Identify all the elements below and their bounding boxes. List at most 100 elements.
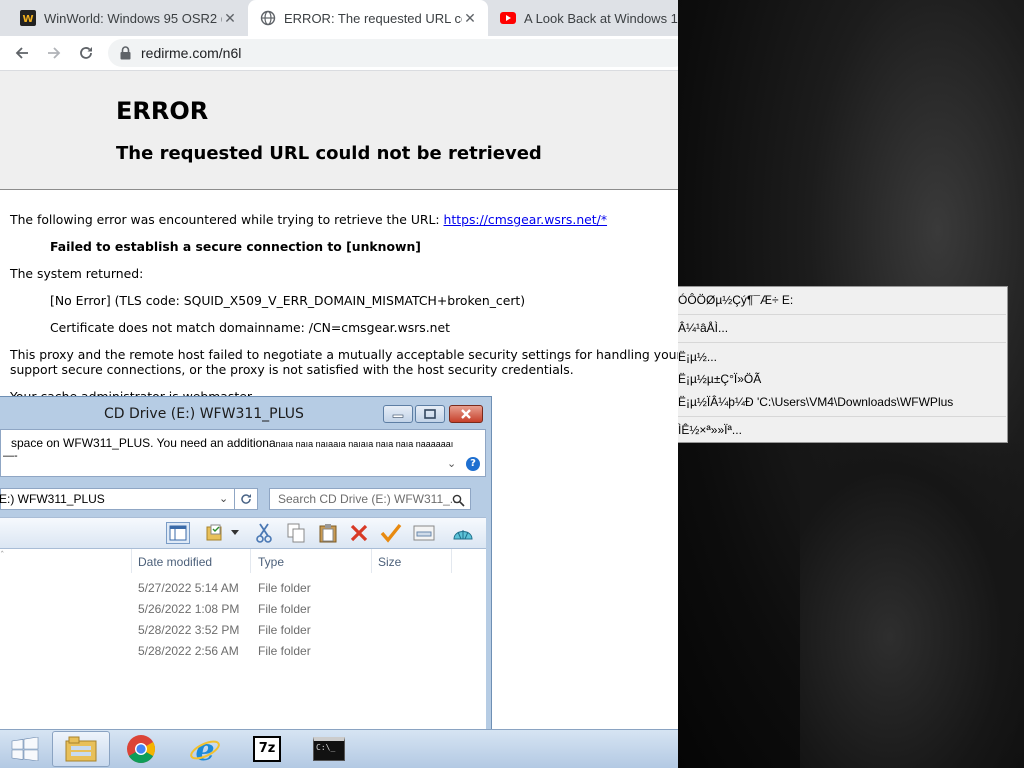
checkmark-icon xyxy=(380,523,402,543)
tab-error[interactable]: ERROR: The requested URL could ✕ xyxy=(248,0,488,36)
search-icon xyxy=(452,492,465,511)
chevron-down-icon[interactable]: ⌄ xyxy=(219,492,228,505)
error-header: ERROR The requested URL could not be ret… xyxy=(0,71,678,190)
info-message-garbled: naıa naıa naıaaıa naıaıa naıa naıa naaaa… xyxy=(275,439,454,449)
delete-button[interactable] xyxy=(347,522,371,544)
menu-separator xyxy=(678,342,1006,343)
chrome-icon xyxy=(127,735,155,763)
chevron-down-icon[interactable]: ⌄ xyxy=(447,457,456,470)
shell-icon xyxy=(453,530,473,540)
menu-item[interactable]: Ë¡µ½µ±Ç°Ï»ÖÃ xyxy=(678,368,1006,390)
page-subtitle: The requested URL could not be retrieved xyxy=(116,143,542,164)
taskbar-cmd[interactable]: C:\_ xyxy=(300,731,358,767)
system-returned-label: The system returned: xyxy=(10,266,144,281)
certificate-message: Certificate does not match domainname: /… xyxy=(50,320,450,335)
menu-item-label: Ë¡µ½ÏÂ¼þ¼Ð 'C:\Users\VM4\Downloads\WFWPl… xyxy=(678,395,954,409)
column-separator xyxy=(131,549,132,573)
requested-url-link[interactable]: https://cmsgear.wsrs.net/* xyxy=(444,212,608,227)
youtube-icon xyxy=(500,10,516,26)
copy-button[interactable] xyxy=(284,522,308,544)
close-icon[interactable]: ✕ xyxy=(462,10,478,27)
menu-item[interactable]: ÌÊ½×ª»»Ïª... xyxy=(678,419,1006,441)
maximize-icon xyxy=(424,409,436,419)
menu-item[interactable]: Ë¡µ½ÏÂ¼þ¼Ð 'C:\Users\VM4\Downloads\WFWPl… xyxy=(678,391,1006,413)
address-path: E:) WFW311_PLUS xyxy=(0,492,105,506)
menu-item[interactable]: Â¼¹âÅÌ... xyxy=(678,317,1006,339)
row-date: 5/28/2022 3:52 PM xyxy=(138,623,240,637)
explorer-window[interactable]: CD Drive (E:) WFW311_PLUS space on WFW31… xyxy=(0,396,492,730)
file-explorer-icon xyxy=(65,736,97,762)
intro-line: The following error was encountered whil… xyxy=(10,212,607,227)
browser-toolbar: redirme.com/n6l xyxy=(0,36,678,71)
tab-youtube[interactable]: A Look Back at Windows 10 xyxy=(488,0,678,36)
search-placeholder: Search CD Drive (E:) WFW311_... xyxy=(278,492,460,506)
tab-winworld[interactable]: W WinWorld: Windows 95 OSR2 (O ✕ xyxy=(8,0,248,36)
taskbar-chrome[interactable] xyxy=(112,731,170,767)
close-window-button[interactable] xyxy=(449,405,483,423)
address-bar[interactable]: redirme.com/n6l xyxy=(108,39,678,67)
column-header-date[interactable]: Date modified xyxy=(138,555,212,569)
cut-button[interactable] xyxy=(252,522,276,544)
globe-icon xyxy=(260,10,276,26)
menu-item-label: ÌÊ½×ª»»Ïª... xyxy=(678,423,742,437)
file-list: ˆ Date modified Type Size 5/27/2022 5:14… xyxy=(0,549,486,729)
winworld-icon: W xyxy=(20,10,36,26)
refresh-button[interactable] xyxy=(234,488,258,510)
preview-pane-button[interactable] xyxy=(166,522,190,544)
table-row[interactable]: 5/28/2022 2:56 AM File folder xyxy=(0,641,486,662)
back-button[interactable] xyxy=(10,41,34,65)
reload-button[interactable] xyxy=(74,41,98,65)
column-separator xyxy=(250,549,251,573)
clipboard-icon xyxy=(319,524,337,543)
help-icon[interactable]: ? xyxy=(466,457,480,471)
taskbar-internet-explorer[interactable]: e xyxy=(176,731,234,767)
taskbar-file-explorer[interactable] xyxy=(52,731,110,767)
forward-button[interactable] xyxy=(42,41,66,65)
menu-item[interactable]: Ë¡µ½... xyxy=(678,346,1006,368)
7zip-icon: 7z xyxy=(253,736,281,762)
minimize-icon xyxy=(392,414,404,418)
table-row[interactable]: 5/27/2022 5:14 AM File folder xyxy=(0,578,486,599)
internet-explorer-icon: e xyxy=(190,734,220,764)
table-row[interactable]: 5/28/2022 3:52 PM File folder xyxy=(0,620,486,641)
search-box[interactable]: Search CD Drive (E:) WFW311_... xyxy=(269,488,471,510)
shell-button[interactable] xyxy=(451,522,475,544)
tab-label: ERROR: The requested URL could xyxy=(284,10,462,26)
properties-button[interactable] xyxy=(204,522,228,544)
info-bar: space on WFW311_PLUS. You need an additi… xyxy=(0,429,486,477)
info-message-tail: —- xyxy=(3,450,18,462)
close-icon[interactable]: ✕ xyxy=(222,10,238,27)
url-text: redirme.com/n6l xyxy=(141,45,242,61)
address-box[interactable]: E:) WFW311_PLUS ⌄ xyxy=(0,488,235,510)
arrow-right-icon xyxy=(48,47,61,59)
table-row[interactable]: 5/26/2022 1:08 PM File folder xyxy=(0,599,486,620)
row-type: File folder xyxy=(258,602,311,616)
menu-item[interactable]: ÓÔÖØµ½Çý¶¯Æ÷ E: xyxy=(678,289,1006,311)
failure-message: Failed to establish a secure connection … xyxy=(50,239,421,254)
details-button[interactable] xyxy=(412,522,436,544)
window-title: CD Drive (E:) WFW311_PLUS xyxy=(104,406,304,422)
rename-button[interactable] xyxy=(379,522,403,544)
paste-button[interactable] xyxy=(316,522,340,544)
tab-label: A Look Back at Windows 10 xyxy=(524,10,678,26)
column-separator xyxy=(371,549,372,573)
row-date: 5/27/2022 5:14 AM xyxy=(138,581,239,595)
close-icon xyxy=(461,409,471,419)
start-button[interactable] xyxy=(0,731,50,767)
cmd-icon: C:\_ xyxy=(313,737,345,761)
folder-properties-icon xyxy=(206,524,222,541)
arrow-left-icon xyxy=(15,47,28,59)
menu-separator xyxy=(678,416,1006,417)
desktop-background-shade xyxy=(800,440,1024,768)
menu-item-label: Ë¡µ½... xyxy=(678,350,717,364)
taskbar: e 7z C:\_ xyxy=(0,729,678,768)
preview-pane-icon xyxy=(169,525,187,541)
maximize-button[interactable] xyxy=(415,405,445,423)
svg-text:e: e xyxy=(195,734,214,764)
dropdown-arrow-icon[interactable] xyxy=(228,522,242,544)
explorer-toolbar xyxy=(0,517,486,549)
minimize-button[interactable] xyxy=(383,405,413,423)
column-header-type[interactable]: Type xyxy=(258,555,284,569)
column-header-size[interactable]: Size xyxy=(378,555,401,569)
taskbar-7zip[interactable]: 7z xyxy=(238,731,296,767)
